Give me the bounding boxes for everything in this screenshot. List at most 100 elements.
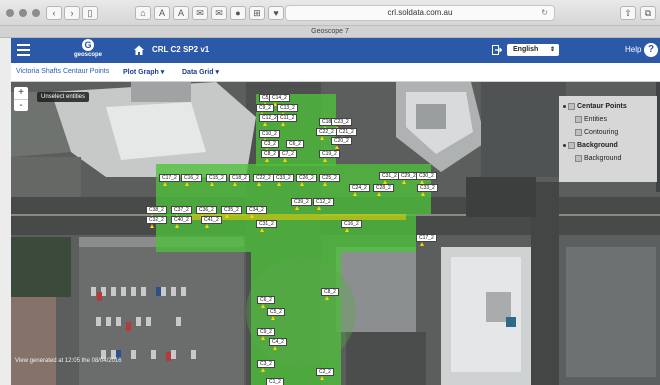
marker-point-icon[interactable] [260,228,264,232]
marker-point-icon[interactable] [261,304,265,308]
marker-label[interactable]: C38_2 [146,206,167,214]
maximize-window-button[interactable] [32,9,40,17]
marker-label[interactable]: C32_2 [146,216,167,224]
home-icon[interactable] [133,44,145,56]
marker-point-icon[interactable] [420,242,424,246]
marker-label[interactable]: C19_2 [319,150,340,158]
marker-label[interactable]: C6_2 [286,140,304,148]
marker-label[interactable]: C31_2 [379,172,400,180]
marker-point-icon[interactable] [271,316,275,320]
marker-label[interactable]: C17_2 [159,174,180,182]
checkbox-background-sub[interactable] [575,155,582,162]
layer-entities[interactable]: Entities [563,113,653,126]
close-window-button[interactable] [6,9,14,17]
marker-point-icon[interactable] [320,376,324,380]
tab-title[interactable]: Geoscope 7 [0,26,660,38]
marker-point-icon[interactable] [323,182,327,186]
marker-label[interactable]: C18_2 [229,174,250,182]
marker-point-icon[interactable] [263,122,267,126]
marker-point-icon[interactable] [250,214,254,218]
marker-label[interactable]: C36_2 [196,206,217,214]
marker-point-icon[interactable] [320,136,324,140]
marker-point-icon[interactable] [325,296,329,300]
marker-label[interactable]: C9_2 [256,104,274,112]
marker-label[interactable]: C26_2 [296,174,317,182]
marker-point-icon[interactable] [277,182,281,186]
marker-point-icon[interactable] [175,224,179,228]
marker-label[interactable]: C1_2 [266,378,284,385]
marker-label[interactable]: C4_2 [269,338,287,346]
help-label[interactable]: Help [625,45,641,54]
forward-button[interactable]: › [64,6,80,20]
reload-icon[interactable]: ↻ [541,6,548,20]
marker-label[interactable]: C8_2 [261,150,279,158]
zoom-out-button[interactable]: - [14,99,28,111]
checkbox-contouring[interactable] [575,129,582,136]
marker-label[interactable]: C22_2 [253,174,274,182]
marker-label[interactable]: C37_2 [171,206,192,214]
marker-label[interactable]: C39_2 [291,198,312,206]
home-bookmark-icon[interactable]: ⌂ [135,6,151,20]
unselect-entities-button[interactable]: Unselect entities [37,92,90,102]
checkbox-entities[interactable] [575,116,582,123]
marker-point-icon[interactable] [300,182,304,186]
marker-point-icon[interactable] [377,192,381,196]
minimize-window-button[interactable] [19,9,27,17]
marker-label[interactable]: C24_2 [349,184,370,192]
marker-point-icon[interactable] [265,158,269,162]
marker-label[interactable]: C15_2 [206,174,227,182]
text-larger-icon[interactable]: A [173,6,189,20]
marker-point-icon[interactable] [225,214,229,218]
map-view[interactable]: + - Unselect entities Centaur Points Ent… [11,82,660,385]
marker-point-icon[interactable] [383,180,387,184]
marker-label[interactable]: C20_2 [331,137,352,145]
grid-icon[interactable]: ⊞ [249,6,265,20]
marker-label[interactable]: C16_2 [341,220,362,228]
marker-label[interactable]: C33_2 [273,174,294,182]
marker-label[interactable]: C2_2 [316,368,334,376]
mail-icon[interactable]: ✉ [192,6,208,20]
marker-label[interactable]: C7_2 [279,150,297,158]
marker-point-icon[interactable] [353,192,357,196]
record-icon[interactable]: ● [230,6,246,20]
marker-label[interactable]: C10_2 [259,130,280,138]
marker-point-icon[interactable] [163,182,167,186]
marker-label[interactable]: C3_2 [261,140,279,148]
marker-point-icon[interactable] [283,158,287,162]
share-icon[interactable]: ⇧ [620,6,636,20]
marker-label[interactable]: C12_2 [313,198,334,206]
marker-label[interactable]: C23_2 [331,118,352,126]
marker-label[interactable]: C40_2 [171,216,192,224]
marker-label[interactable]: C33_2 [417,184,438,192]
marker-point-icon[interactable] [261,368,265,372]
menu-icon[interactable] [17,44,30,56]
favorite-icon[interactable]: ♥ [268,6,284,20]
marker-point-icon[interactable] [185,182,189,186]
marker-point-icon[interactable] [210,182,214,186]
marker-label[interactable]: C41_2 [201,216,222,224]
marker-point-icon[interactable] [345,228,349,232]
marker-label[interactable]: C25_2 [319,174,340,182]
plot-graph-menu[interactable]: Plot Graph ▾ [123,68,164,76]
marker-label[interactable]: C22_2 [316,128,337,136]
tabs-icon[interactable]: ⧉ [640,6,656,20]
language-select[interactable]: English ⇕ [507,44,559,56]
marker-label[interactable]: C31_2 [256,220,277,228]
marker-point-icon[interactable] [402,180,406,184]
zoom-in-button[interactable]: + [14,87,28,99]
marker-label[interactable]: C35_2 [221,206,242,214]
layer-centaur-points[interactable]: Centaur Points [563,100,653,113]
marker-label[interactable]: C17_2 [416,234,437,242]
marker-point-icon[interactable] [323,158,327,162]
marker-label[interactable]: C21_2 [336,128,357,136]
marker-label[interactable]: C28_2 [373,184,394,192]
help-icon[interactable]: ? [644,43,658,57]
marker-point-icon[interactable] [273,346,277,350]
marker-point-icon[interactable] [261,336,265,340]
marker-label[interactable]: C9_2 [257,328,275,336]
marker-point-icon[interactable] [421,192,425,196]
marker-label[interactable]: C8_2 [321,288,339,296]
layer-background[interactable]: Background [563,139,653,152]
marker-label[interactable]: C30_2 [416,172,437,180]
marker-point-icon[interactable] [233,182,237,186]
